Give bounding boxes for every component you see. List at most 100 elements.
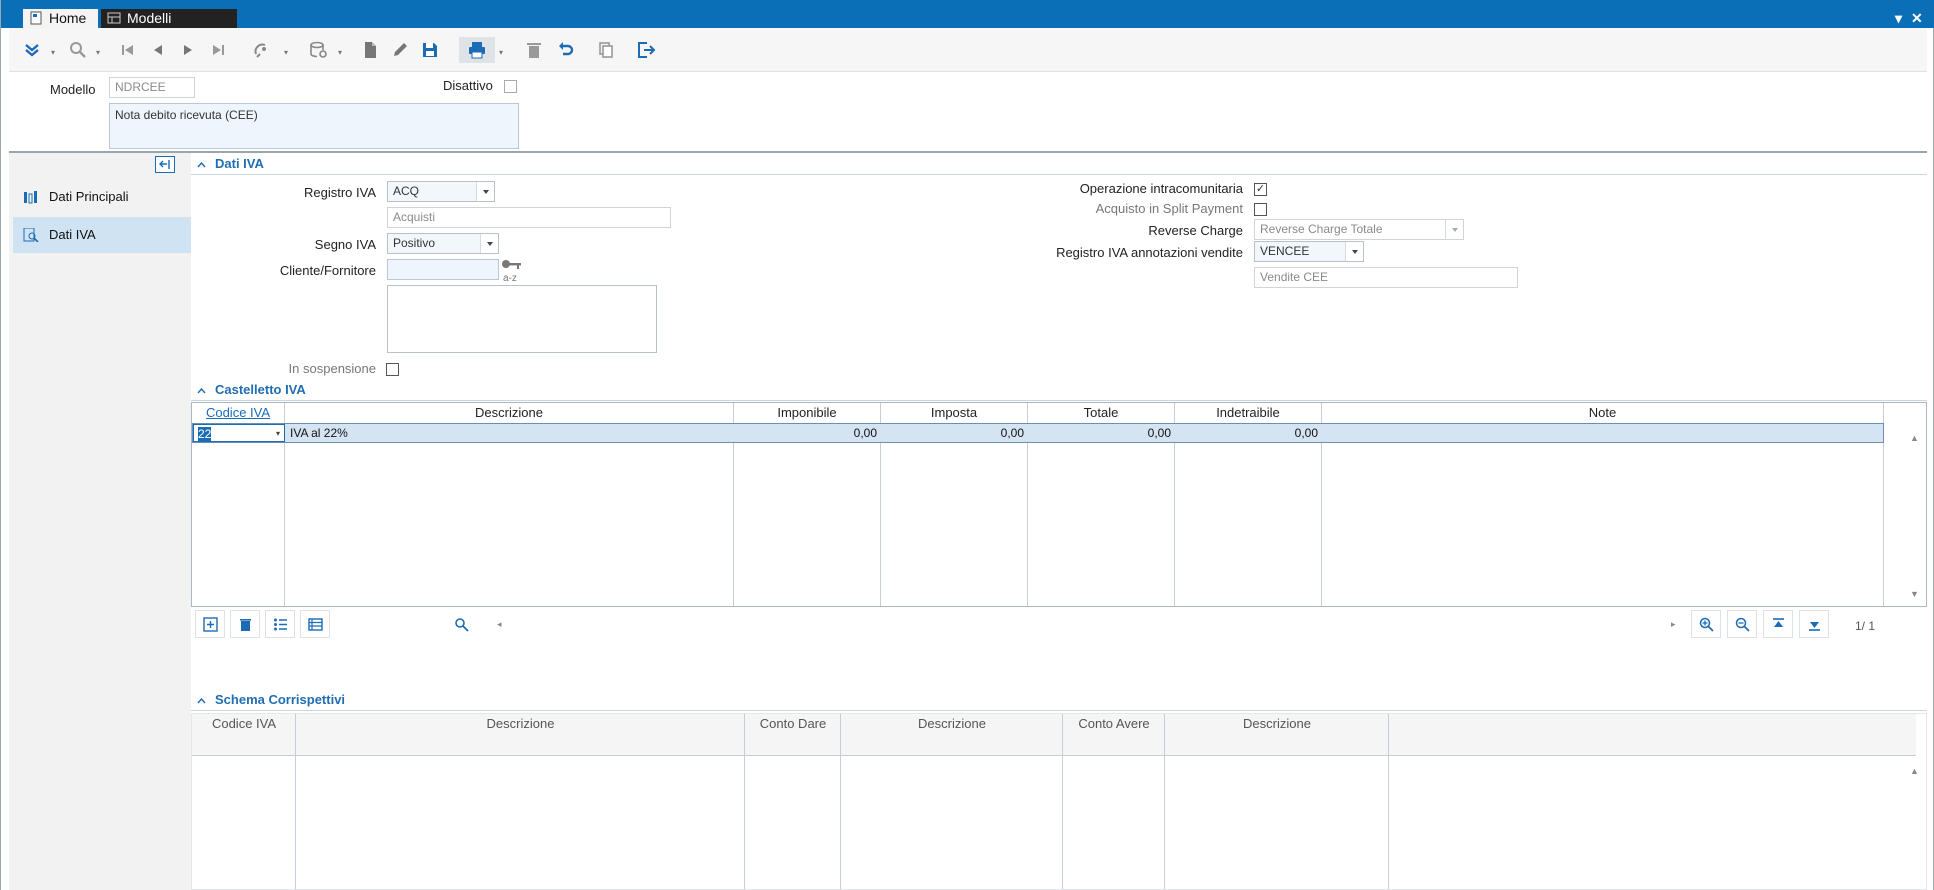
toolbar: ▾ ▾ ▾ ▾ ▾: [9, 28, 1927, 72]
description-field[interactable]: Nota debito ricevuta (CEE): [109, 103, 519, 149]
scroll-up-icon[interactable]: ▲: [1910, 433, 1919, 443]
col-imposta[interactable]: Imposta: [881, 403, 1028, 423]
detail-list-button[interactable]: [265, 610, 295, 638]
add-row-button[interactable]: [195, 610, 225, 638]
table-row[interactable]: 22 ▾ IVA al 22% 0,00 0,00 0,00 0,00: [192, 423, 1884, 443]
last-record-button[interactable]: [205, 37, 231, 63]
chevron-down-icon[interactable]: [1345, 242, 1363, 261]
col-totale[interactable]: Totale: [1028, 403, 1175, 423]
collapse-left-icon: [159, 160, 170, 169]
table-view-button[interactable]: [300, 610, 330, 638]
go-bottom-button[interactable]: [1799, 610, 1829, 638]
arrow-to-bottom-icon: [1808, 621, 1820, 631]
scroll-down-icon[interactable]: ▼: [1910, 589, 1919, 599]
intracomunitaria-checkbox[interactable]: ✓: [1254, 183, 1267, 196]
database-icon: [310, 41, 327, 58]
duplicate-button[interactable]: [593, 37, 619, 63]
imposta-cell[interactable]: 0,00: [882, 424, 1028, 442]
col-descrizione-dare[interactable]: Descrizione: [841, 714, 1063, 734]
key-icon: [502, 260, 521, 269]
split-payment-checkbox[interactable]: [1254, 203, 1267, 216]
imponibile-cell[interactable]: 0,00: [735, 424, 881, 442]
tab-bar: Home Modelli Contabili ▾ ✕: [1, 0, 1934, 45]
codice-iva-cell[interactable]: 22 ▾: [193, 424, 285, 442]
delete-row-button[interactable]: [230, 610, 260, 638]
note-cell[interactable]: [1323, 424, 1883, 442]
col-codice-iva[interactable]: Codice IVA: [192, 403, 285, 423]
exit-icon: [638, 42, 656, 58]
col-descrizione-avere[interactable]: Descrizione: [1165, 714, 1389, 734]
col-conto-dare[interactable]: Conto Dare: [745, 714, 841, 734]
search-icon: [70, 42, 86, 58]
main-panel: Dati IVA Registro IVA ACQ Acquisti Segno…: [191, 153, 1927, 890]
printer-icon: [469, 42, 485, 59]
annotazioni-vendite-select[interactable]: VENCEE: [1254, 241, 1364, 262]
next-record-button[interactable]: [175, 37, 201, 63]
scroll-up-icon[interactable]: ▲: [1910, 766, 1919, 776]
key-search-button[interactable]: a-z: [501, 259, 523, 284]
chevron-down-icon[interactable]: [1445, 220, 1463, 239]
indetraibile-cell[interactable]: 0,00: [1176, 424, 1322, 442]
section-castelletto-iva[interactable]: Castelletto IVA: [191, 379, 1927, 401]
tab-modelli-contabili[interactable]: Modelli Contabili: [101, 9, 237, 45]
delete-button[interactable]: [521, 37, 547, 63]
filter-button[interactable]: [249, 37, 275, 63]
expand-menu-button[interactable]: [19, 37, 45, 63]
section-schema-corrispettivi[interactable]: Schema Corrispettivi: [191, 689, 1927, 711]
undo-icon: [559, 42, 574, 56]
codice-iva-value: 22: [198, 427, 212, 441]
scroll-right-icon[interactable]: ▸: [1671, 619, 1676, 630]
pencil-icon: [394, 43, 407, 56]
col-descrizione[interactable]: Descrizione: [296, 714, 745, 734]
list-icon: [273, 618, 287, 630]
section-dati-iva[interactable]: Dati IVA: [191, 153, 1927, 175]
copy-icon: [599, 42, 613, 58]
tabs-menu-icon[interactable]: ▾: [1895, 10, 1902, 27]
cliente-fornitore-field[interactable]: [387, 259, 499, 280]
database-button[interactable]: [305, 37, 331, 63]
undo-button[interactable]: [553, 37, 579, 63]
save-button[interactable]: [417, 37, 443, 63]
disattivo-checkbox[interactable]: [504, 80, 517, 93]
collapse-sidebar-button[interactable]: [155, 156, 175, 173]
close-window-icon[interactable]: ✕: [1911, 10, 1923, 27]
chevron-up-icon: [197, 161, 206, 168]
new-document-button[interactable]: [357, 37, 383, 63]
col-descrizione[interactable]: Descrizione: [285, 403, 734, 423]
cliente-fornitore-details[interactable]: [387, 285, 657, 353]
prev-record-button[interactable]: [145, 37, 171, 63]
col-conto-avere[interactable]: Conto Avere: [1063, 714, 1165, 734]
prev-icon: [154, 45, 162, 55]
chevron-down-icon[interactable]: ▾: [276, 425, 280, 443]
in-sospensione-checkbox[interactable]: [386, 363, 399, 376]
col-note[interactable]: Note: [1322, 403, 1884, 423]
col-imponibile[interactable]: Imponibile: [734, 403, 881, 423]
grid-search-button[interactable]: [446, 610, 476, 638]
modello-field[interactable]: NDRCEE: [109, 77, 195, 98]
sidebar-item-dati-iva[interactable]: Dati IVA: [13, 217, 191, 253]
ledger-icon: [107, 12, 121, 24]
zoom-out-button[interactable]: [1727, 610, 1757, 638]
scroll-left-icon[interactable]: ◂: [497, 619, 502, 630]
document-icon: [365, 42, 376, 58]
header-form: Modello NDRCEE Disattivo Nota debito ric…: [9, 72, 1927, 152]
reverse-charge-select[interactable]: Reverse Charge Totale: [1254, 219, 1464, 240]
search-button[interactable]: [65, 37, 91, 63]
exit-button[interactable]: [633, 37, 659, 63]
zoom-in-button[interactable]: [1691, 610, 1721, 638]
sidebar-item-dati-principali[interactable]: Dati Principali: [13, 179, 191, 215]
save-icon: [423, 43, 437, 57]
col-codice-iva[interactable]: Codice IVA: [192, 714, 296, 734]
tab-home[interactable]: Home: [23, 9, 98, 28]
col-indetraibile[interactable]: Indetraibile: [1175, 403, 1322, 423]
table-icon: [307, 617, 323, 631]
totale-cell[interactable]: 0,00: [1029, 424, 1175, 442]
last-icon: [213, 45, 224, 55]
edit-button[interactable]: [387, 37, 413, 63]
go-top-button[interactable]: [1763, 610, 1793, 638]
cliente-fornitore-label: Cliente/Fornitore: [279, 263, 376, 278]
first-record-button[interactable]: [115, 37, 141, 63]
descrizione-cell[interactable]: IVA al 22%: [286, 424, 735, 442]
castelletto-grid: Codice IVA Descrizione Imponibile Impost…: [191, 402, 1927, 607]
print-button[interactable]: [459, 37, 495, 63]
